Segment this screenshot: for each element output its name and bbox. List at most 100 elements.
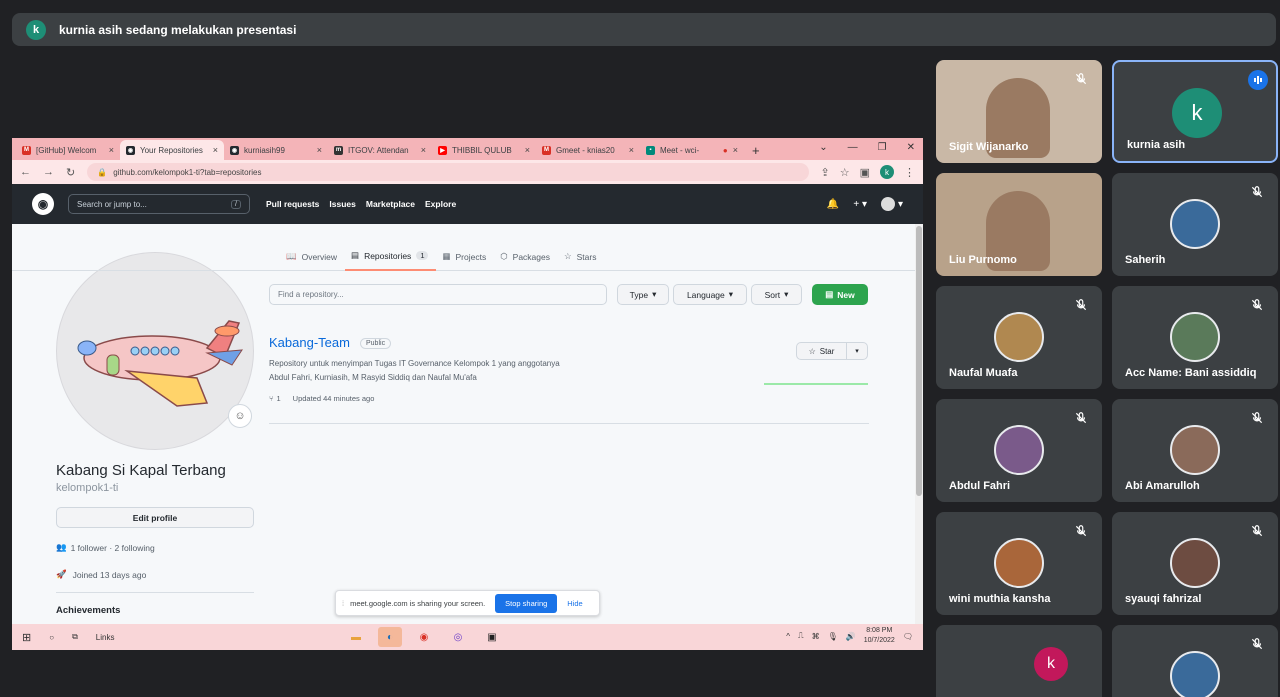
stop-sharing-button[interactable]: Stop sharing xyxy=(495,593,558,613)
links-toolbar[interactable]: Links xyxy=(96,633,115,642)
microphone-icon[interactable]: 🎙 xyxy=(828,632,838,641)
github-profile-page: ☺ Kabang Si Kapal Terbang kelompok1-ti E… xyxy=(12,224,923,624)
file-explorer-icon[interactable]: ▬ xyxy=(344,627,368,647)
task-view-icon[interactable]: ⧉ xyxy=(72,632,78,642)
user-menu[interactable]: ▾ xyxy=(880,197,903,211)
repo-description: Repository untuk menyimpan Tugas IT Gove… xyxy=(269,359,560,382)
participant-tile[interactable]: wini muthia kansha xyxy=(936,512,1102,615)
presenter-avatar: k xyxy=(26,19,46,40)
shared-screen: M [GitHub] Welcom × ◉ Your Repositories × ◉ k… xyxy=(12,138,923,650)
participant-name: Naufal Muafa xyxy=(949,367,1018,379)
edit-profile-button[interactable]: Edit profile xyxy=(56,507,254,528)
edge-icon[interactable]: ◐ xyxy=(378,627,402,647)
url-field[interactable]: 🔒 github.com/kelompok1-ti?tab=repositori… xyxy=(87,163,809,181)
participant-tile[interactable]: Liu Purnomo xyxy=(936,173,1102,276)
close-window-icon[interactable]: ✕ xyxy=(907,142,915,153)
browser-tab[interactable]: M [GitHub] Welcom × xyxy=(16,140,120,160)
browser-tab[interactable]: m ITGOV: Attendan × xyxy=(328,140,432,160)
chrome-icon[interactable]: ◉ xyxy=(412,627,436,647)
minimize-icon[interactable]: — xyxy=(848,142,858,153)
browser-tab[interactable]: M Gmeet - knias20 × xyxy=(536,140,640,160)
github-header-actions: 🔔 + ▾ ▾ xyxy=(827,197,903,211)
terminal-icon[interactable]: ▣ xyxy=(480,627,504,647)
participant-tile[interactable]: Naufal Muafa xyxy=(936,286,1102,389)
participant-tile[interactable] xyxy=(1112,625,1278,697)
nav-explore[interactable]: Explore xyxy=(425,199,456,209)
github-desktop-icon[interactable]: ◎ xyxy=(446,627,470,647)
participant-tile[interactable]: Abi Amarulloh xyxy=(1112,399,1278,502)
notifications-icon[interactable]: 🗨 xyxy=(903,632,913,641)
close-tab-icon[interactable]: × xyxy=(733,145,738,155)
forward-icon[interactable]: → xyxy=(43,166,54,178)
share-icon[interactable]: ⇪ xyxy=(821,166,830,179)
nav-marketplace[interactable]: Marketplace xyxy=(366,199,415,209)
close-tab-icon[interactable]: × xyxy=(525,145,530,155)
new-tab-button[interactable]: + xyxy=(752,143,760,158)
tab-packages[interactable]: ⬡ Packages xyxy=(494,250,558,271)
participant-name: Saherih xyxy=(1125,254,1166,266)
participant-avatar xyxy=(1170,651,1220,697)
close-tab-icon[interactable]: × xyxy=(629,145,634,155)
participant-tile[interactable]: k xyxy=(936,625,1102,697)
browser-tab[interactable]: ▪ Meet - wci- ● × xyxy=(640,140,744,160)
browser-tab[interactable]: ▶ THIBBIL QULUB × xyxy=(432,140,536,160)
scrollbar-thumb[interactable] xyxy=(916,226,922,496)
clock[interactable]: 8:08 PM 10/7/2022 xyxy=(864,626,895,646)
participant-tile[interactable]: Saherih xyxy=(1112,173,1278,276)
reload-icon[interactable]: ↻ xyxy=(66,166,75,179)
language-dropdown[interactable]: Language ▾ xyxy=(673,284,747,305)
sort-dropdown[interactable]: Sort ▾ xyxy=(751,284,802,305)
participant-avatar xyxy=(1170,199,1220,249)
followers-link[interactable]: 👥 1 follower · 2 following xyxy=(56,542,155,553)
star-list-dropdown[interactable]: ▾ xyxy=(847,343,867,359)
tab-overview[interactable]: 📖 Overview xyxy=(280,250,345,271)
tab-projects[interactable]: ▦ Projects xyxy=(436,250,494,271)
github-search-input[interactable]: Search or jump to... / xyxy=(68,194,250,214)
bookmark-star-icon[interactable]: ☆ xyxy=(840,166,850,179)
chevron-up-icon[interactable]: ^ xyxy=(786,632,790,641)
usb-icon[interactable]: ⎍ xyxy=(798,631,804,641)
browser-tab[interactable]: ◉ kurniasih99 × xyxy=(224,140,328,160)
close-tab-icon[interactable]: × xyxy=(109,145,114,155)
star-button[interactable]: ☆ Star ▾ xyxy=(796,342,868,360)
mic-muted-icon xyxy=(1072,409,1090,427)
participant-tile[interactable]: syauqi fahrizal xyxy=(1112,512,1278,615)
set-status-icon[interactable]: ☺ xyxy=(228,404,252,428)
participant-tile[interactable]: Acc Name: Bani assiddiq xyxy=(1112,286,1278,389)
search-icon[interactable]: ○ xyxy=(49,633,54,642)
nav-pull-requests[interactable]: Pull requests xyxy=(266,199,319,209)
menu-icon[interactable]: ⋮ xyxy=(904,166,915,179)
network-icon[interactable]: ⌘ xyxy=(812,632,820,641)
participant-tile[interactable]: Abdul Fahri xyxy=(936,399,1102,502)
tab-repositories[interactable]: ▤ Repositories 1 xyxy=(345,250,437,271)
screen-share-notice: ⁞ meet.google.com is sharing your screen… xyxy=(335,590,600,616)
profile-avatar[interactable]: k xyxy=(880,165,894,179)
hide-button[interactable]: Hide xyxy=(567,599,582,608)
visibility-badge: Public xyxy=(360,338,392,349)
close-tab-icon[interactable]: × xyxy=(213,145,218,155)
type-dropdown[interactable]: Type ▾ xyxy=(617,284,669,305)
bell-icon[interactable]: 🔔 xyxy=(827,199,839,210)
repo-name-link[interactable]: Kabang-Team xyxy=(269,335,350,350)
close-tab-icon[interactable]: × xyxy=(421,145,426,155)
find-repository-input[interactable]: Find a repository... xyxy=(269,284,607,305)
participant-tile[interactable]: Sigit Wijanarko xyxy=(936,60,1102,163)
forks-link[interactable]: ⑂ 1 xyxy=(269,394,281,403)
star-action[interactable]: ☆ Star xyxy=(797,343,847,359)
volume-icon[interactable]: 🔊 xyxy=(846,632,856,641)
tab-stars[interactable]: ☆ Stars xyxy=(558,250,604,271)
side-panel-icon[interactable]: ▣ xyxy=(860,166,870,179)
github-logo-icon[interactable]: ◉ xyxy=(32,193,54,215)
participant-tile[interactable]: k kurnia asih xyxy=(1112,60,1278,163)
restore-icon[interactable]: ❐ xyxy=(878,142,887,153)
drag-handle-icon[interactable]: ⁞ xyxy=(342,599,344,608)
create-new-icon[interactable]: + ▾ xyxy=(853,199,867,210)
nav-issues[interactable]: Issues xyxy=(329,199,355,209)
tab-search-icon[interactable]: ⌄ xyxy=(819,142,827,153)
browser-tab-active[interactable]: ◉ Your Repositories × xyxy=(120,140,224,160)
windows-start-icon[interactable]: ⊞ xyxy=(22,631,31,644)
repo-icon: ▤ xyxy=(825,289,834,299)
new-repo-button[interactable]: ▤ New xyxy=(812,284,868,305)
close-tab-icon[interactable]: × xyxy=(317,145,322,155)
back-icon[interactable]: ← xyxy=(20,166,31,178)
